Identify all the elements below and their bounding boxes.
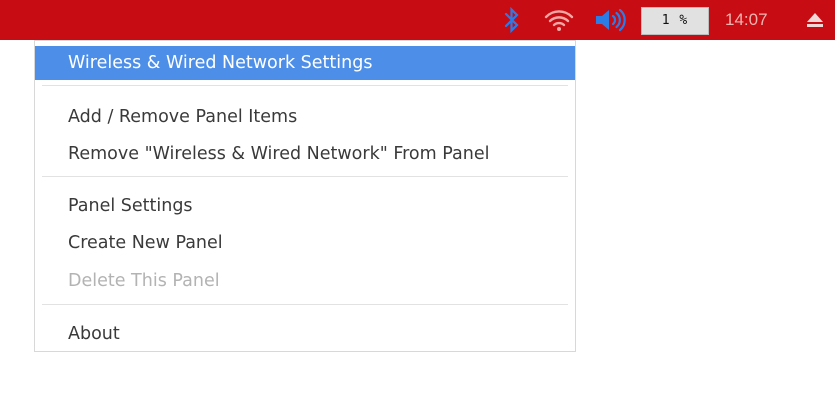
menu-separator	[42, 85, 568, 86]
menu-item-about[interactable]: About	[35, 317, 575, 351]
menu-item-network-settings[interactable]: Wireless & Wired Network Settings	[35, 46, 575, 80]
cpu-usage-monitor[interactable]: 1 %	[641, 7, 709, 35]
eject-icon[interactable]	[800, 0, 830, 40]
menu-item-create-new-panel[interactable]: Create New Panel	[35, 226, 575, 260]
menu-separator	[42, 176, 568, 177]
taskbar: 1 % 14:07	[0, 0, 835, 40]
menu-item-panel-settings[interactable]: Panel Settings	[35, 189, 575, 223]
wifi-icon[interactable]	[541, 0, 577, 40]
menu-item-add-remove-panel-items[interactable]: Add / Remove Panel Items	[35, 100, 575, 134]
menu-item-remove-from-panel[interactable]: Remove "Wireless & Wired Network" From P…	[35, 137, 575, 171]
menu-separator	[42, 304, 568, 305]
clock[interactable]: 14:07	[725, 0, 768, 40]
menu-item-delete-this-panel: Delete This Panel	[68, 271, 220, 291]
panel-context-menu: Wireless & Wired Network Settings Add / …	[34, 40, 576, 352]
bluetooth-icon[interactable]	[497, 0, 527, 40]
volume-icon[interactable]	[592, 0, 630, 40]
